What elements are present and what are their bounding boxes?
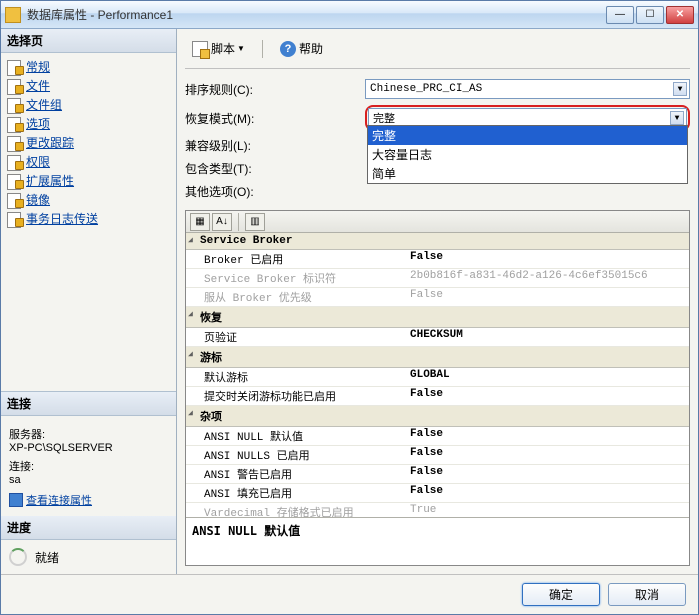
- grid-toolbar: ▦ A↓ ▥: [186, 211, 689, 233]
- collation-combo[interactable]: Chinese_PRC_CI_AS ▼: [365, 79, 690, 99]
- grid-row[interactable]: Vardecimal 存储格式已启用True: [186, 503, 689, 517]
- categorized-button[interactable]: ▦: [190, 213, 210, 231]
- sidebar-item-7[interactable]: 镜像: [3, 190, 174, 209]
- grid-row[interactable]: 页验证CHECKSUM: [186, 328, 689, 347]
- property-grid: ▦ A↓ ▥ Service BrokerBroker 已启用FalseServ…: [185, 210, 690, 566]
- right-pane: 脚本 ▼ ? 帮助 排序规则(C): Chinese_PRC_CI_AS ▼: [177, 29, 698, 574]
- page-icon: [7, 79, 23, 93]
- grid-row[interactable]: ANSI 填充已启用False: [186, 484, 689, 503]
- server-label: 服务器:: [9, 426, 168, 442]
- progress-status: 就绪: [35, 549, 59, 566]
- left-pane: 选择页 常规文件文件组选项更改跟踪权限扩展属性镜像事务日志传送 连接 服务器: …: [1, 29, 177, 574]
- chevron-down-icon: ▼: [237, 44, 245, 53]
- compat-label: 兼容级别(L):: [185, 137, 365, 154]
- page-icon: [7, 136, 23, 150]
- connection-icon: [9, 493, 23, 507]
- grid-category[interactable]: 游标: [186, 347, 689, 368]
- grid-category[interactable]: Service Broker: [186, 233, 689, 250]
- script-icon: [192, 41, 208, 57]
- sidebar-item-8[interactable]: 事务日志传送: [3, 209, 174, 228]
- sidebar-item-5[interactable]: 权限: [3, 152, 174, 171]
- dialog-footer: 确定 取消: [1, 574, 698, 614]
- recovery-dropdown: 完整大容量日志简单: [367, 125, 688, 184]
- page-icon: [7, 117, 23, 131]
- grid-row[interactable]: 默认游标GLOBAL: [186, 368, 689, 387]
- sidebar-item-4[interactable]: 更改跟踪: [3, 133, 174, 152]
- sidebar-item-6[interactable]: 扩展属性: [3, 171, 174, 190]
- other-options-label: 其他选项(O):: [185, 183, 365, 200]
- grid-row[interactable]: ANSI 警告已启用False: [186, 465, 689, 484]
- grid-row[interactable]: 服从 Broker 优先级False: [186, 288, 689, 307]
- toolbar: 脚本 ▼ ? 帮助: [185, 35, 690, 69]
- alphabetical-button[interactable]: A↓: [212, 213, 232, 231]
- grid-row[interactable]: Broker 已启用False: [186, 250, 689, 269]
- sidebar-item-0[interactable]: 常规: [3, 57, 174, 76]
- select-page-header: 选择页: [1, 29, 176, 53]
- grid-category[interactable]: 杂项: [186, 406, 689, 427]
- minimize-button[interactable]: —: [606, 6, 634, 24]
- chevron-down-icon: ▼: [673, 82, 687, 96]
- grid-row[interactable]: ANSI NULL 默认值False: [186, 427, 689, 446]
- conn-label: 连接:: [9, 458, 168, 474]
- chevron-down-icon: ▼: [670, 111, 684, 125]
- progress-spinner-icon: [9, 548, 27, 566]
- page-icon: [7, 155, 23, 169]
- page-icon: [7, 174, 23, 188]
- ok-button[interactable]: 确定: [522, 583, 600, 606]
- grid-extra-button[interactable]: ▥: [245, 213, 265, 231]
- cancel-button[interactable]: 取消: [608, 583, 686, 606]
- grid-row[interactable]: ANSI NULLS 已启用False: [186, 446, 689, 465]
- recovery-label: 恢复模式(M):: [185, 110, 365, 127]
- app-icon: [5, 7, 21, 23]
- recovery-option[interactable]: 简单: [368, 164, 687, 183]
- help-button[interactable]: ? 帮助: [273, 37, 330, 60]
- help-icon: ?: [280, 41, 296, 57]
- close-button[interactable]: ✕: [666, 6, 694, 24]
- page-list: 常规文件文件组选项更改跟踪权限扩展属性镜像事务日志传送: [1, 53, 176, 232]
- page-icon: [7, 60, 23, 74]
- sidebar-item-3[interactable]: 选项: [3, 114, 174, 133]
- contain-label: 包含类型(T):: [185, 160, 365, 177]
- property-description: ANSI NULL 默认值: [186, 517, 689, 565]
- grid-category[interactable]: 恢复: [186, 307, 689, 328]
- dialog-window: 数据库属性 - Performance1 — ☐ ✕ 选择页 常规文件文件组选项…: [0, 0, 699, 615]
- collation-label: 排序规则(C):: [185, 81, 365, 98]
- server-value: XP-PC\SQLSERVER: [9, 442, 168, 454]
- grid-row[interactable]: 提交时关闭游标功能已启用False: [186, 387, 689, 406]
- recovery-option[interactable]: 大容量日志: [368, 145, 687, 164]
- conn-value: sa: [9, 474, 168, 486]
- grid-rows[interactable]: Service BrokerBroker 已启用FalseService Bro…: [186, 233, 689, 517]
- page-icon: [7, 212, 23, 226]
- recovery-option[interactable]: 完整: [368, 126, 687, 145]
- connection-header: 连接: [1, 392, 176, 416]
- page-icon: [7, 193, 23, 207]
- titlebar: 数据库属性 - Performance1 — ☐ ✕: [1, 1, 698, 29]
- window-title: 数据库属性 - Performance1: [27, 6, 606, 23]
- sidebar-item-2[interactable]: 文件组: [3, 95, 174, 114]
- page-icon: [7, 98, 23, 112]
- progress-header: 进度: [1, 516, 176, 540]
- connection-info: 服务器: XP-PC\SQLSERVER 连接: sa 查看连接属性: [1, 416, 176, 516]
- maximize-button[interactable]: ☐: [636, 6, 664, 24]
- view-connection-link[interactable]: 查看连接属性: [9, 492, 92, 508]
- script-button[interactable]: 脚本 ▼: [185, 37, 252, 60]
- sidebar-item-1[interactable]: 文件: [3, 76, 174, 95]
- grid-row[interactable]: Service Broker 标识符2b0b816f-a831-46d2-a12…: [186, 269, 689, 288]
